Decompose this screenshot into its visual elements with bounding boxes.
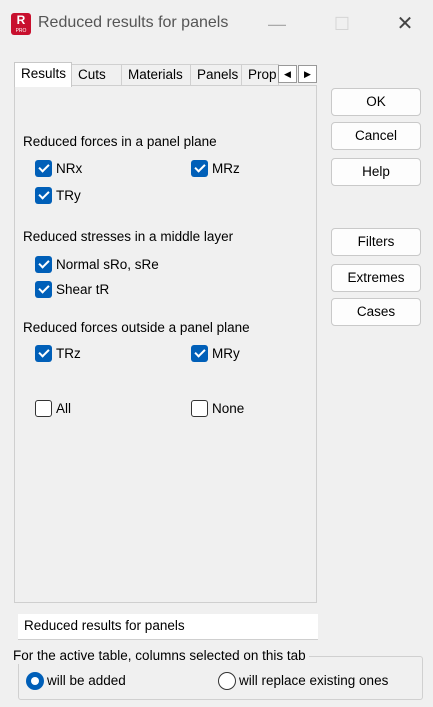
checkbox-nrx-label: NRx [56,161,83,176]
radio-will-be-added-dot[interactable] [26,672,44,690]
checkbox-try-box[interactable] [35,187,52,204]
tab-materials[interactable]: Materials [122,64,191,86]
help-button[interactable]: Help [331,158,421,186]
checkbox-normal-stress-box[interactable] [35,256,52,273]
group-title-forces-in-plane: Reduced forces in a panel plane [23,134,217,149]
title-bar: R PRO Reduced results for panels — ☐ ✕ [0,0,433,48]
results-tab-panel: Reduced forces in a panel plane NRx MRz … [14,85,317,603]
cases-button[interactable]: Cases [331,298,421,326]
tab-cuts[interactable]: Cuts [72,64,122,86]
app-icon-letter: R [16,13,26,27]
tab-properties[interactable]: Prop [242,64,279,86]
checkbox-trz-label: TRz [56,346,81,361]
checkbox-mrz-box[interactable] [191,160,208,177]
tab-scroll-right-button[interactable]: ▶ [298,65,317,83]
checkbox-shear-stress-box[interactable] [35,281,52,298]
checkbox-nrx-box[interactable] [35,160,52,177]
checkbox-all-label: All [56,401,72,416]
tab-scroll-left-button[interactable]: ◀ [278,65,297,83]
app-icon-sub: PRO [15,28,27,34]
radio-will-be-added-label: will be added [47,673,126,688]
checkbox-none-box[interactable] [191,400,208,417]
checkbox-none-label: None [212,401,245,416]
minimize-button[interactable]: — [262,10,292,38]
checkbox-mrz-label: MRz [212,161,240,176]
checkbox-mry-label: MRy [212,346,240,361]
checkbox-all-box[interactable] [35,400,52,417]
checkbox-normal-stress-label: Normal sRo, sRe [56,257,159,272]
checkbox-try-label: TRy [56,188,81,203]
window-title: Reduced results for panels [38,14,229,31]
maximize-button[interactable]: ☐ [327,10,357,38]
close-button[interactable]: ✕ [390,10,420,38]
tab-results[interactable]: Results [14,62,72,87]
group-title-stresses-middle: Reduced stresses in a middle layer [23,229,234,244]
filters-button[interactable]: Filters [331,228,421,256]
tab-panels[interactable]: Panels [191,64,242,86]
radio-will-replace-dot[interactable] [218,672,236,690]
ok-button[interactable]: OK [331,88,421,116]
extremes-button[interactable]: Extremes [331,264,421,292]
checkbox-mry-box[interactable] [191,345,208,362]
cancel-button[interactable]: Cancel [331,122,421,150]
radio-will-replace-label: will replace existing ones [239,673,389,688]
table-description-field[interactable]: Reduced results for panels [18,614,318,640]
checkbox-shear-stress-label: Shear tR [56,282,110,297]
app-icon: R PRO [11,13,31,35]
group-title-forces-outside: Reduced forces outside a panel plane [23,320,250,335]
checkbox-trz-box[interactable] [35,345,52,362]
tab-scroll: ◀ ▶ [278,65,318,83]
columns-option-legend: For the active table, columns selected o… [10,648,309,664]
